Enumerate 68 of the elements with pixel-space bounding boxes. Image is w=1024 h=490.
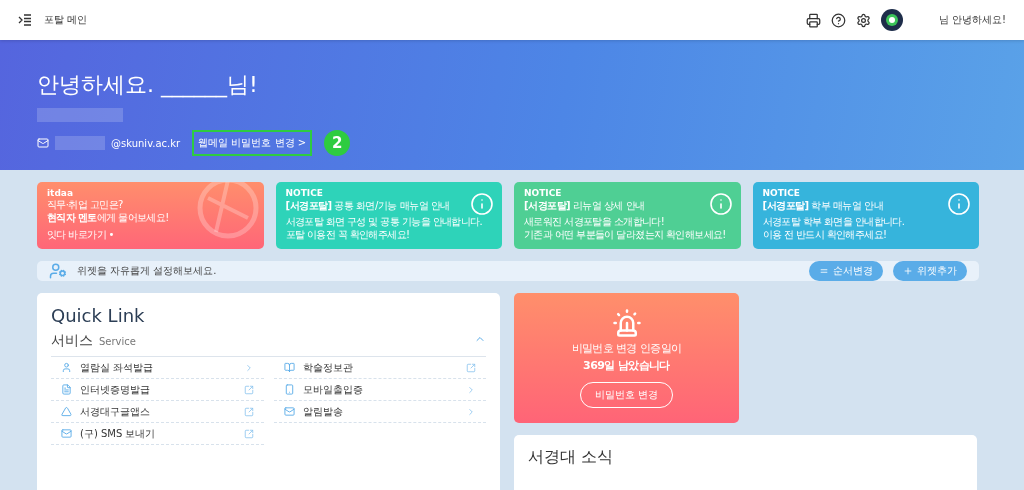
alert-days: 369일 남았습니다: [583, 359, 670, 373]
siren-icon: [611, 307, 642, 338]
promo-text: 현직자 멘토에게 물어보세요!: [47, 212, 170, 224]
triangle-icon: [61, 406, 72, 417]
promo-link[interactable]: 잇다 바로가기 •: [47, 229, 114, 241]
external-link-icon: [243, 406, 254, 417]
news-title: 서경대 소식: [528, 447, 614, 466]
step-badge: 2: [324, 130, 351, 156]
notice-text: 서경포탈 학부 화면을 안내합니다.: [762, 216, 906, 228]
mail-icon: [61, 428, 72, 439]
notice-text: 서경포탈 화면 구성 및 공통 기능을 안내합니다.: [285, 216, 484, 228]
user-settings-icon: [49, 262, 67, 280]
avatar-icon[interactable]: [880, 9, 903, 31]
quick-link-item[interactable]: 모바일출입증: [273, 379, 486, 401]
document-icon: [61, 384, 72, 395]
chevron-right-icon: [466, 406, 476, 417]
external-link-icon: [466, 362, 476, 373]
external-link-icon: [243, 384, 254, 395]
phone-icon: [283, 384, 295, 395]
email-address: @skuniv.ac.kr: [111, 137, 181, 149]
book-icon: [283, 362, 295, 373]
promo-card[interactable]: itdaa 직무·취업 고민은? 현직자 멘토에게 물어보세요! 잇다 바로가기 •: [37, 182, 264, 249]
redaction-block: [55, 136, 105, 150]
quick-link-item[interactable]: 알림발송: [273, 401, 486, 423]
quick-link-item[interactable]: 인터넷증명발급: [51, 379, 264, 401]
external-link-icon: [243, 428, 254, 439]
section-title: 서비스: [51, 332, 93, 350]
quick-link-item[interactable]: (구) SMS 보내기: [51, 423, 264, 445]
quick-link-item[interactable]: 서경대구글앱스: [51, 401, 264, 423]
widget-hint: 위젯을 자유롭게 설정해보세요.: [77, 264, 218, 278]
add-widget-button[interactable]: 위젯추가: [893, 261, 967, 281]
plus-icon: [903, 266, 913, 276]
notice-title: [서경포탈] 공통 화면/기능 매뉴얼 안내: [285, 199, 450, 213]
mail-icon: [37, 137, 49, 149]
equal-icon: [819, 266, 829, 276]
help-icon[interactable]: [830, 12, 846, 28]
quick-link-title: Quick Link: [51, 305, 146, 326]
notice-title: [서경포탈] 학부 매뉴얼 안내: [762, 199, 884, 213]
notice-text: 기존과 어떤 부분들이 달라졌는지 확인해보세요!: [524, 229, 727, 241]
page-title: 포탈 메인: [44, 13, 89, 27]
promo-text: 직무·취업 고민은?: [47, 199, 124, 211]
menu-icon[interactable]: [18, 14, 32, 26]
notice-label: NOTICE: [762, 188, 801, 198]
notice-title: [서경포탈] 리뉴얼 상세 안내: [524, 199, 645, 213]
quick-link-item[interactable]: 열람실 좌석발급: [51, 357, 264, 379]
chevron-right-icon: [466, 384, 476, 395]
alert-text: 비밀번호 변경 인증일이: [571, 341, 682, 355]
compass-drawing: [195, 182, 260, 240]
notice-text: 포탈 이용전 꼭 확인해주세요!: [285, 229, 411, 241]
print-icon[interactable]: [805, 12, 821, 28]
notice-text: 새로워진 서경포탈을 소개합니다!: [524, 216, 666, 228]
info-icon: [470, 192, 494, 216]
mail-icon: [283, 406, 295, 417]
user-greeting: 님 안녕하세요!: [938, 13, 1006, 27]
info-icon: [947, 192, 971, 216]
settings-icon[interactable]: [855, 12, 871, 28]
reorder-button[interactable]: 순서변경: [809, 261, 883, 281]
password-change-link[interactable]: 웹메일 비밀번호 변경 >: [192, 130, 313, 156]
info-icon: [708, 192, 733, 216]
welcome-heading: 안녕하세요. ______님!: [37, 71, 259, 100]
notice-text: 이용 전 반드시 확인해주세요!: [762, 229, 888, 241]
quick-link-item[interactable]: 학술정보관: [273, 357, 486, 379]
notice-label: NOTICE: [285, 188, 324, 198]
notice-card[interactable]: NOTICE [서경포탈] 학부 매뉴얼 안내 서경포탈 학부 화면을 안내합니다. 이용 전 반드시 확인해주세요!: [752, 182, 979, 249]
section-subtitle: Service: [99, 336, 137, 347]
brand-label: itdaa: [47, 188, 74, 198]
notice-label: NOTICE: [524, 188, 563, 198]
person-icon: [61, 362, 72, 373]
